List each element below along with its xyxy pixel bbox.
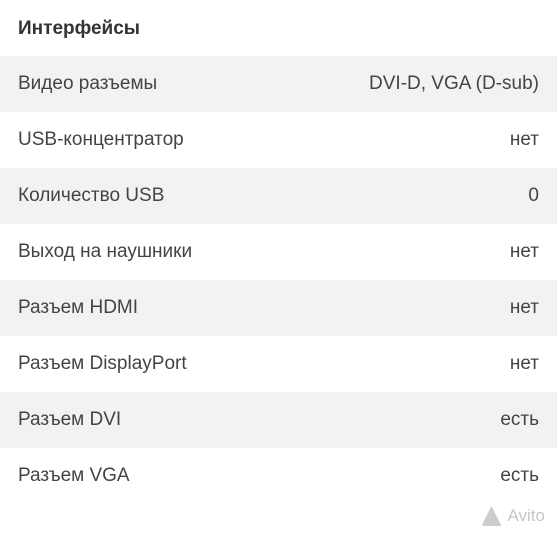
spec-label: Количество USB bbox=[18, 185, 164, 207]
watermark-text: Avito bbox=[508, 506, 546, 526]
spec-label: Разъем VGA bbox=[18, 465, 130, 487]
section-header: Интерфейсы bbox=[0, 0, 557, 56]
table-row: Разъем HDMI нет bbox=[0, 280, 557, 336]
spec-value: есть bbox=[500, 409, 539, 431]
table-row: Разъем VGA есть bbox=[0, 448, 557, 504]
watermark: Avito bbox=[482, 506, 546, 526]
spec-label: Разъем HDMI bbox=[18, 297, 138, 319]
table-row: Разъем DVI есть bbox=[0, 392, 557, 448]
spec-label: Разъем DisplayPort bbox=[18, 353, 187, 375]
section-title: Интерфейсы bbox=[18, 18, 140, 39]
spec-value: 0 bbox=[528, 185, 539, 207]
spec-label: Разъем DVI bbox=[18, 409, 121, 431]
spec-value: нет bbox=[510, 353, 539, 375]
table-row: Количество USB 0 bbox=[0, 168, 557, 224]
spec-value: есть bbox=[500, 465, 539, 487]
spec-value: нет bbox=[510, 241, 539, 263]
spec-label: Выход на наушники bbox=[18, 241, 192, 263]
table-row: Видео разъемы DVI-D, VGA (D-sub) bbox=[0, 56, 557, 112]
table-row: Выход на наушники нет bbox=[0, 224, 557, 280]
avito-logo-icon bbox=[482, 506, 502, 526]
table-row: USB-концентратор нет bbox=[0, 112, 557, 168]
spec-table: Интерфейсы Видео разъемы DVI-D, VGA (D-s… bbox=[0, 0, 557, 504]
spec-label: USB-концентратор bbox=[18, 129, 184, 151]
spec-value: нет bbox=[510, 129, 539, 151]
spec-value: DVI-D, VGA (D-sub) bbox=[369, 73, 539, 95]
spec-label: Видео разъемы bbox=[18, 73, 157, 95]
spec-value: нет bbox=[510, 297, 539, 319]
table-row: Разъем DisplayPort нет bbox=[0, 336, 557, 392]
